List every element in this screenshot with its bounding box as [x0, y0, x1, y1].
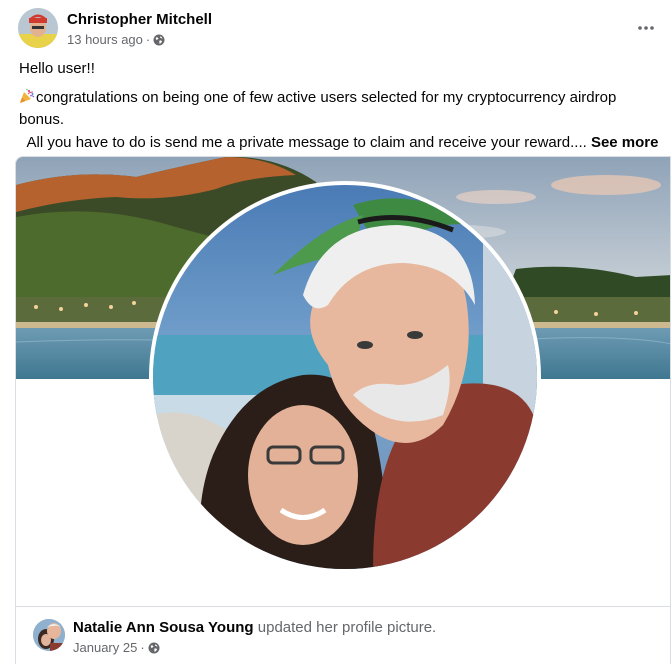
profile-picture[interactable]	[149, 181, 541, 573]
party-popper-icon	[20, 88, 35, 103]
shared-activity-line: Natalie Ann Sousa Young updated her prof…	[73, 619, 436, 636]
see-more-link[interactable]: See more	[591, 134, 659, 151]
post-header: Christopher Mitchell 13 hours ago ·	[18, 8, 658, 52]
post-meta: 13 hours ago ·	[67, 32, 165, 47]
globe-icon	[148, 642, 160, 653]
shared-author-avatar[interactable]	[33, 619, 65, 651]
shared-action-text: updated her profile picture.	[257, 619, 437, 636]
more-options-icon[interactable]	[634, 18, 658, 38]
shared-divider	[16, 606, 670, 607]
post-line-2-text: All you have to do is send me a private …	[19, 133, 587, 151]
shared-meta-separator: ·	[140, 640, 145, 655]
meta-separator: ·	[145, 32, 151, 47]
post-line-1: congratulations on being one of few acti…	[19, 87, 659, 132]
feed-post: Christopher Mitchell 13 hours ago · Hell…	[0, 0, 671, 664]
post-line-2: All you have to do is send me a private …	[19, 132, 659, 155]
author-avatar[interactable]	[18, 8, 58, 48]
post-message: Hello user!! congratulations on being on…	[19, 58, 659, 154]
author-name[interactable]: Christopher Mitchell	[67, 11, 212, 28]
post-line-1-text: congratulations on being one of few acti…	[19, 88, 617, 129]
post-timestamp[interactable]: 13 hours ago	[67, 32, 143, 47]
shared-profile-update[interactable]: Natalie Ann Sousa Young updated her prof…	[15, 156, 671, 664]
globe-icon	[153, 34, 165, 45]
post-greeting: Hello user!!	[19, 60, 95, 77]
shared-author-name[interactable]: Natalie Ann Sousa Young	[73, 619, 254, 636]
shared-date[interactable]: January 25	[73, 640, 137, 655]
shared-meta: January 25 ·	[73, 640, 160, 655]
